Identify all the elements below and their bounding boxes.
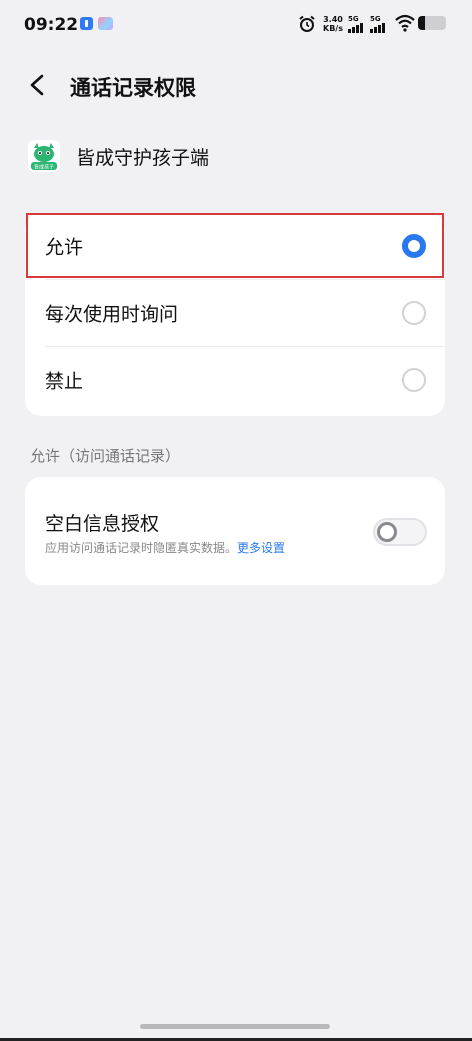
wifi-icon [395,14,415,32]
more-settings-link[interactable]: 更多设置 [237,541,285,555]
blank-info-description-text: 应用访问通话记录时隐匿真实数据。 [45,541,238,555]
network-speed: 3.40 KB/s [322,15,344,33]
signal-icon-sim2: 5G [370,15,390,33]
option-allow-label: 允许 [45,236,84,259]
option-ask-every-time[interactable]: 每次使用时询问 [25,280,445,346]
page-title: 通话记录权限 [70,76,196,100]
radio-allow[interactable] [402,234,426,258]
radio-ask-every-time[interactable] [402,301,426,325]
signal-icon-sim1: 5G [348,15,368,33]
section-label: 允许（访问通话记录） [30,447,181,465]
signal-tag-sim2: 5G [370,15,381,23]
status-bar: 09:22 3.40 KB/s 5G 5G [0,0,472,52]
app-logo-caption: 皆成孩子 [34,164,54,171]
network-speed-value: 3.40 [323,15,343,24]
option-allow[interactable]: 允许 [25,213,445,279]
option-deny-label: 禁止 [45,370,84,393]
blank-info-description: 应用访问通话记录时隐匿真实数据。更多设置 [45,539,285,556]
status-time: 09:22 [24,15,79,35]
signal-tag-sim1: 5G [348,15,359,23]
alarm-icon [299,15,315,32]
notification-image-icon [98,17,113,30]
app-name: 皆成守护孩子端 [76,147,210,169]
battery-level [418,16,425,30]
blank-info-card: 空白信息授权 应用访问通话记录时隐匿真实数据。更多设置 [25,477,445,585]
back-button[interactable] [22,70,52,100]
radio-deny[interactable] [402,368,426,392]
screen: 09:22 3.40 KB/s 5G 5G 通话记录权限 皆成孩子 皆成守护孩子… [0,0,472,1041]
notification-app-icon [80,17,93,30]
permission-options-card: 允许 每次使用时询问 禁止 [25,213,445,416]
option-ask-label: 每次使用时询问 [45,303,179,326]
battery-icon [418,16,446,30]
app-logo-icon: 皆成孩子 [28,140,60,172]
blank-info-title: 空白信息授权 [45,513,160,535]
option-deny[interactable]: 禁止 [25,347,445,413]
network-speed-unit: KB/s [323,24,343,33]
chevron-left-icon [30,74,44,96]
toggle-knob [377,522,397,542]
home-indicator[interactable] [140,1024,330,1029]
blank-info-toggle[interactable] [373,518,427,546]
